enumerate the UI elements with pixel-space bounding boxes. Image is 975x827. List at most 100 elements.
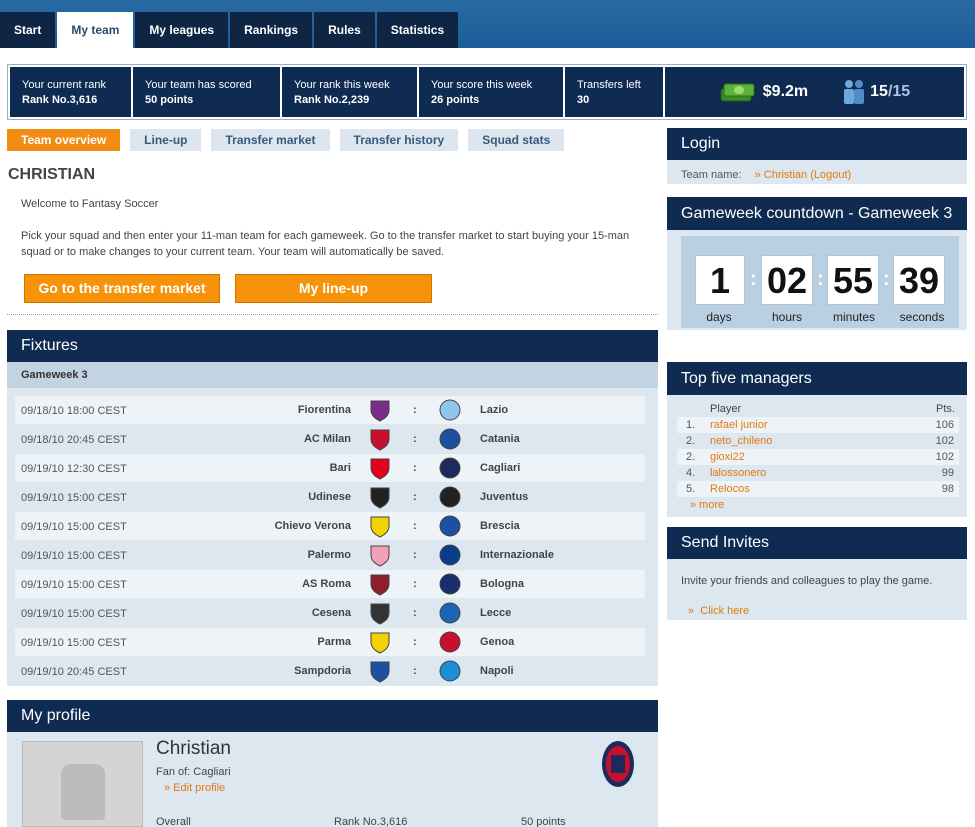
fixture-home-team: AC Milan (303, 433, 351, 445)
fixture-date: 09/19/10 15:00 CEST (21, 550, 127, 562)
top-managers-header: Top five managers (667, 362, 967, 395)
overall-points: 50 points (521, 816, 566, 827)
fixture-home-team: Fiorentina (297, 404, 351, 416)
home-team-crest-icon (370, 516, 390, 538)
home-team-crest-icon (370, 458, 390, 480)
avatar-placeholder-icon (61, 764, 105, 820)
stat-value: Rank No.2,239 (294, 94, 370, 106)
fixture-date: 09/19/10 15:00 CEST (21, 521, 127, 533)
nav-tab-rules[interactable]: Rules (314, 12, 375, 48)
away-team-crest-icon (439, 631, 461, 653)
manager-points: 99 (941, 467, 954, 479)
home-team-crest-icon (370, 632, 390, 654)
avatar (22, 741, 143, 827)
away-team-crest-icon (439, 486, 461, 508)
edit-profile-link[interactable]: » Edit profile (164, 782, 225, 794)
money-amount: $9.2m (762, 83, 809, 100)
away-team-crest-icon (439, 660, 461, 682)
fixture-date: 09/19/10 15:00 CEST (21, 637, 127, 649)
fixture-away-team: Bologna (480, 578, 524, 590)
manager-name-link[interactable]: neto_chileno (710, 433, 772, 449)
stat-value: 26 points (431, 94, 480, 106)
manager-rank: 1. (686, 419, 696, 431)
countdown-separator: : (750, 268, 757, 290)
countdown-separator: : (817, 268, 824, 290)
go-to-transfer-market-button[interactable]: Go to the transfer market (24, 274, 220, 303)
fixture-separator: : (413, 636, 417, 648)
fixture-away-team: Internazionale (480, 549, 554, 561)
intro-text: Pick your squad and then enter your 11-m… (21, 230, 630, 258)
manager-name-link[interactable]: lalossonero (710, 465, 766, 481)
stat-transfers-left: Transfers left 30 (565, 67, 663, 117)
fixture-home-team: Udinese (308, 491, 351, 503)
stat-value: Rank No.3,616 (22, 94, 98, 106)
fixture-away-team: Brescia (480, 520, 520, 532)
away-team-crest-icon (439, 602, 461, 624)
main-nav: Start My team My leagues Rankings Rules … (0, 12, 460, 48)
fixture-home-team: Parma (317, 636, 351, 648)
fixture-date: 09/19/10 15:00 CEST (21, 608, 127, 620)
nav-tab-my-team[interactable]: My team (57, 12, 134, 48)
stat-team-scored: Your team has scored 50 points (133, 67, 280, 117)
more-managers-link[interactable]: » more (690, 499, 724, 511)
subtab-team-overview[interactable]: Team overview (7, 129, 121, 151)
away-team-crest-icon (439, 515, 461, 537)
team-name-label: Team name: (681, 169, 742, 181)
fixture-separator: : (413, 549, 417, 561)
cagliari-crest-icon (602, 741, 634, 787)
manager-row: 5. Relocos 98 (677, 481, 959, 497)
manager-name-link[interactable]: rafael junior (710, 417, 767, 433)
home-team-crest-icon (370, 429, 390, 451)
fixture-row: 09/19/10 20:45 CEST Sampdoria: Napoli (15, 657, 645, 685)
squad-count-current: 15 (870, 83, 888, 100)
nav-tab-my-leagues[interactable]: My leagues (135, 12, 229, 48)
manager-row: 4. lalossonero 99 (677, 465, 959, 481)
hours-label: hours (771, 310, 803, 324)
fixture-date: 09/19/10 12:30 CEST (21, 463, 127, 475)
home-team-crest-icon (370, 487, 390, 509)
manager-name-link[interactable]: Relocos (710, 481, 750, 497)
manager-name-link[interactable]: gioxi22 (710, 449, 745, 465)
subtab-transfer-market[interactable]: Transfer market (211, 129, 330, 151)
welcome-text: Welcome to Fantasy Soccer (21, 198, 159, 210)
squad-people-icon (844, 80, 865, 104)
nav-tab-statistics[interactable]: Statistics (376, 12, 459, 48)
subtab-line-up[interactable]: Line-up (130, 129, 202, 151)
team-name-heading: CHRISTIAN (8, 166, 96, 183)
my-line-up-button[interactable]: My line-up (235, 274, 432, 303)
manager-rank: 4. (686, 467, 696, 479)
fixture-row: 09/19/10 15:00 CEST AS Roma: Bologna (15, 570, 645, 598)
away-team-crest-icon (439, 544, 461, 566)
fixture-away-team: Lazio (480, 404, 509, 416)
stat-label: Transfers left (577, 79, 641, 91)
subtab-squad-stats[interactable]: Squad stats (468, 129, 565, 151)
fixture-separator: : (413, 578, 417, 590)
stat-current-rank: Your current rank Rank No.3,616 (10, 67, 131, 117)
manager-points: 102 (935, 451, 954, 463)
manager-row: 1. rafael junior 106 (677, 417, 959, 433)
stat-week-rank: Your rank this week Rank No.2,239 (282, 67, 417, 117)
divider (7, 314, 658, 315)
fixture-separator: : (413, 404, 417, 416)
fixture-home-team: Bari (329, 462, 351, 474)
fixture-separator: : (413, 433, 417, 445)
stat-budget-squad: $9.2m 15/15 (665, 67, 964, 117)
gameweek-label: Gameweek 3 (7, 362, 658, 388)
stat-label: Your rank this week (294, 79, 390, 91)
manager-points: 98 (941, 483, 954, 495)
managers-col-player: Player (710, 403, 742, 415)
invite-link[interactable]: » Click here (688, 605, 749, 617)
countdown-days: 1 (695, 255, 745, 305)
fixture-date: 09/18/10 18:00 CEST (21, 405, 127, 417)
fixture-home-team: Cesena (311, 607, 351, 619)
logout-link[interactable]: » Christian (Logout) (755, 169, 852, 181)
profile-name: Christian (156, 738, 231, 759)
fixture-away-team: Lecce (480, 607, 512, 619)
fixture-row: 09/19/10 15:00 CEST Parma: Genoa (15, 628, 645, 656)
manager-rank: 5. (686, 483, 696, 495)
nav-tab-start[interactable]: Start (0, 12, 56, 48)
nav-tab-rankings[interactable]: Rankings (230, 12, 313, 48)
fixture-away-team: Genoa (480, 636, 515, 648)
away-team-crest-icon (439, 399, 461, 421)
subtab-transfer-history[interactable]: Transfer history (339, 129, 459, 151)
